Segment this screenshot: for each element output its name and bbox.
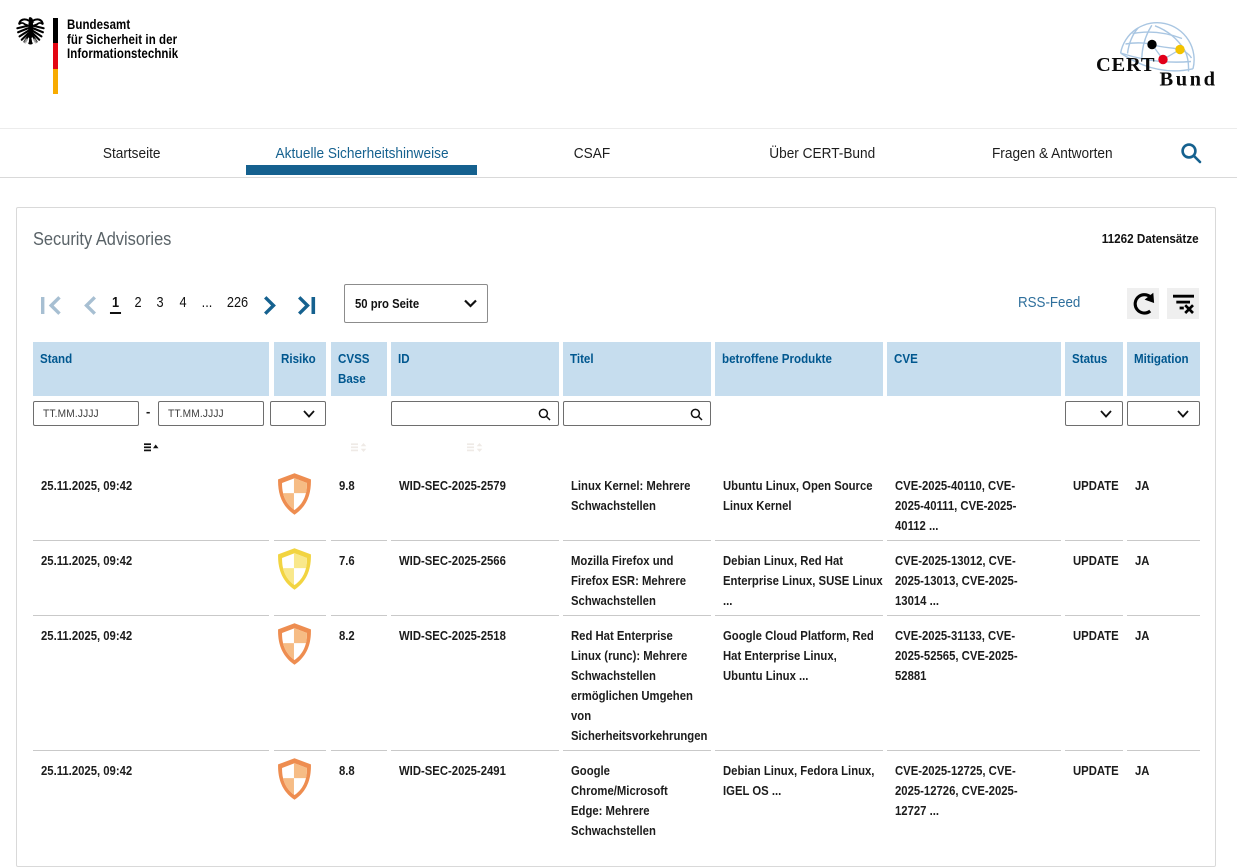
svg-text:Bund: Bund	[1160, 69, 1216, 91]
svg-text:CERT: CERT	[1096, 54, 1155, 76]
